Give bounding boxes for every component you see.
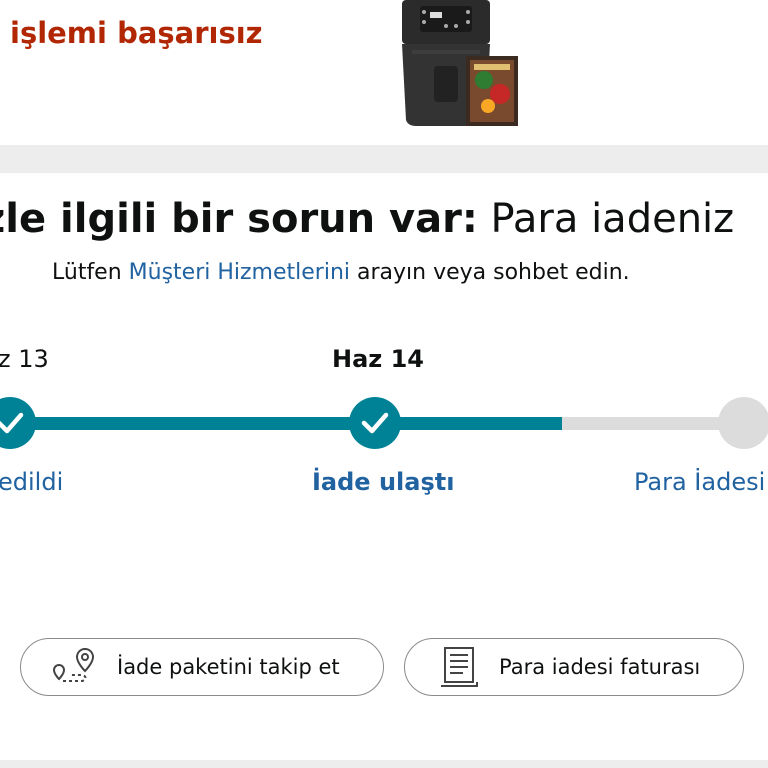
refund-invoice-label: Para iadesi faturası [499, 655, 701, 679]
map-route-icon [51, 647, 95, 687]
timeline-date-2: Haz 14 [332, 345, 425, 373]
top-section: işlemi başarısız [0, 0, 768, 145]
timeline-label-3[interactable]: Para İadesi [634, 468, 765, 496]
timeline-label-1[interactable]: edildi [0, 468, 63, 496]
refund-invoice-button[interactable]: Para iadesi faturası [404, 638, 744, 696]
notice-headline-bold: zle ilgili bir sorun var: [0, 196, 478, 242]
sub-after: arayın veya sohbet edin. [350, 260, 630, 285]
track-return-button[interactable]: İade paketini takip et [20, 638, 384, 696]
timeline-date-1: z 13 [0, 345, 49, 373]
product-image[interactable] [396, 0, 522, 128]
status-title: işlemi başarısız [10, 16, 263, 50]
notice-headline: zle ilgili bir sorun var: Para iadeniz [0, 196, 734, 242]
timeline-label-2[interactable]: İade ulaştı [312, 468, 454, 496]
sub-before: Lütfen [52, 260, 129, 285]
document-icon [439, 646, 479, 688]
timeline-track-completed [0, 417, 562, 430]
timeline-step-3-pending-dot [718, 397, 768, 449]
timeline-step-2-check-icon [349, 397, 401, 449]
bottom-divider [0, 760, 768, 768]
notice-subtext: Lütfen Müşteri Hizmetlerini arayın veya … [52, 260, 630, 285]
section-divider [0, 145, 768, 173]
timeline-step-1-check-icon [0, 397, 36, 449]
notice-headline-rest: Para iadeniz [477, 196, 735, 242]
customer-service-link[interactable]: Müşteri Hizmetlerini [129, 260, 350, 285]
track-return-label: İade paketini takip et [117, 655, 340, 679]
